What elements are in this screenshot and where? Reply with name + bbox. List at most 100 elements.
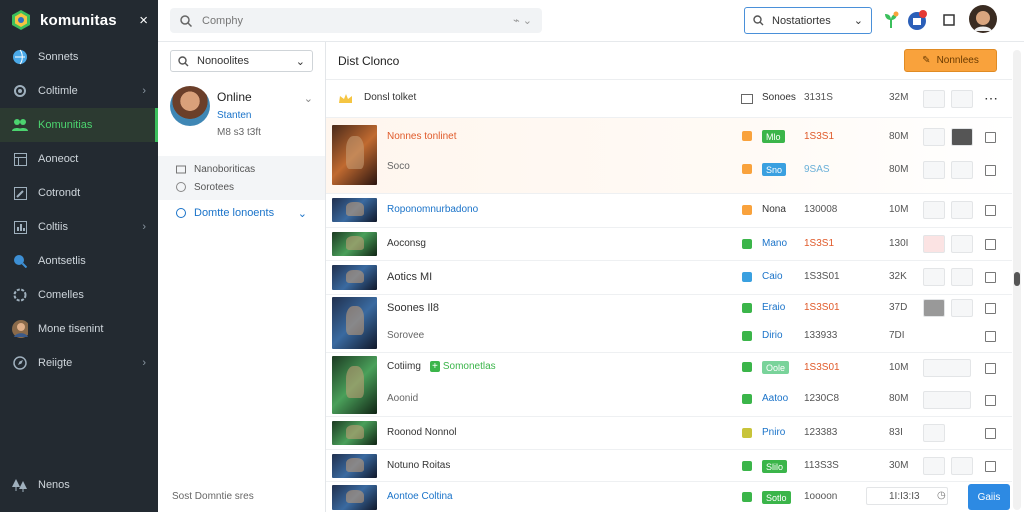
row-checkbox[interactable] [985,132,996,143]
sidebar-item-coltiis[interactable]: Coltiis › [0,210,158,244]
row-checkbox[interactable] [985,272,996,283]
scrollbar[interactable] [1013,50,1021,510]
row-size: 10M [889,204,909,215]
close-icon[interactable]: × [139,12,148,29]
preview-thumb[interactable] [923,424,945,442]
brand-bar: komunitas × [0,0,158,40]
radio-icon[interactable] [176,208,186,218]
grid-icon [12,151,28,167]
table-row[interactable]: Nonnes tonlinet Soco Mlo 1S3S1 80M Sno 9… [326,118,1012,194]
sidebar-item-coltimle[interactable]: Coltimle › [0,74,158,108]
sidebar-item-mone-tisenint[interactable]: Mone tisenint [0,312,158,346]
preview-thumb[interactable] [923,90,945,108]
list-header-row[interactable]: Donsl tolket Sonoes 3131S 32M ⋯ [326,80,1012,118]
table-row[interactable]: Notuno Roitas Slilo 113S3S 30M [326,450,1012,482]
row-checkbox[interactable] [985,165,996,176]
table-row[interactable]: Aontoe Coltina Sotlo 1oooon 1I:I3:I3 ◷ [326,482,1012,512]
panel-search-select[interactable]: Nonoolites ⌄ [170,50,313,72]
globe-icon [12,49,28,65]
checkbox-icon[interactable] [742,164,752,174]
preview-thumb[interactable] [923,161,945,179]
primary-action-button[interactable]: ✎ Nonnlees [904,49,997,72]
option-sorotees[interactable]: Sorotees [158,178,325,196]
sidebar-item-cotrondt[interactable]: Cotrondt [0,176,158,210]
checkbox-icon[interactable] [742,239,752,249]
preview-thumb[interactable] [951,201,973,219]
row-checkbox[interactable] [985,395,996,406]
checkbox-icon[interactable] [742,492,752,502]
checkbox-icon[interactable] [742,428,752,438]
app-badge-icon[interactable] [906,9,928,31]
search-bar[interactable]: Comphy ⌁ ⌄ [170,8,542,33]
checkbox-icon[interactable] [742,362,752,372]
people-icon [12,117,28,133]
preview-thumb[interactable] [951,90,973,108]
sidebar-item-nenos[interactable]: Nenos [0,468,158,502]
search-tools-icon[interactable]: ⌁ ⌄ [513,14,532,27]
sub-options: Nanoboriticas Sorotees [158,156,325,200]
page-title: Dist Clonco [338,53,400,68]
preview-thumb[interactable] [951,268,973,286]
row-checkbox[interactable] [985,363,996,374]
crown-icon [339,94,352,103]
profile-status: Stanten [217,110,252,121]
row-checkbox[interactable] [985,461,996,472]
row-size: 80M [889,131,909,142]
filter-dropdown[interactable]: Nostatiortes ⌄ [744,7,872,34]
user-avatar[interactable] [968,4,998,34]
checkbox-icon[interactable] [742,205,752,215]
profile-card[interactable]: Online Stanten M8 s3 t3ft ⌄ [158,80,325,144]
checkbox-icon[interactable] [742,303,752,313]
checkbox-icon[interactable] [742,331,752,341]
sidebar-item-label: Mone tisenint [38,323,104,335]
preview-thumb[interactable] [923,391,971,409]
sidebar-item-aoneoct[interactable]: Aoneoct [0,142,158,176]
option-nanoboriticas[interactable]: Nanoboriticas [158,160,325,178]
plant-notification-icon[interactable] [880,9,902,31]
table-row[interactable]: Roponomnurbadono Nona 130008 10M [326,194,1012,228]
table-row[interactable]: Aotics MI Caio 1S3S01 32K [326,261,1012,295]
row-checkbox[interactable] [985,331,996,342]
row-size: 37D [889,302,908,313]
preview-thumb[interactable] [923,457,945,475]
sidebar-item-comelles[interactable]: Comelles [0,278,158,312]
window-square-icon[interactable] [938,9,960,31]
checkbox-icon[interactable] [742,131,752,141]
chevron-down-icon[interactable]: ⌄ [304,92,313,105]
preview-thumb[interactable] [951,299,973,317]
sidebar-item-label: Reiigte [38,357,73,369]
table-row[interactable]: Soones Il8 Sorovee Eraio 1S3S01 37D Diri… [326,295,1012,353]
more-options-icon[interactable]: ⋯ [984,90,998,107]
preview-thumb[interactable] [923,299,945,317]
folder-icon [741,94,753,104]
table-row[interactable]: Aoconsg Mano 1S3S1 130I [326,228,1012,261]
preview-thumb[interactable] [923,128,945,146]
preview-thumb[interactable] [951,235,973,253]
sidebar-item-komunitias[interactable]: Komunitias [0,108,158,142]
preview-thumb[interactable] [923,201,945,219]
scrollbar-thumb[interactable] [1014,272,1020,286]
row-checkbox[interactable] [985,205,996,216]
row-checkbox[interactable] [985,239,996,250]
sidebar-item-aontsetlis[interactable]: Aontsetlis [0,244,158,278]
preview-thumb[interactable] [923,235,945,253]
sidebar-item-sonnets[interactable]: Sonnets [0,40,158,74]
add-button[interactable]: Gaiis [968,484,1010,510]
preview-thumb[interactable] [923,359,971,377]
row-checkbox[interactable] [985,428,996,439]
sidebar-item-reiigte[interactable]: Reiigte › [0,346,158,380]
preview-thumb[interactable] [951,457,973,475]
preview-thumb[interactable] [923,268,945,286]
checkbox-icon[interactable] [742,272,752,282]
row-checkbox[interactable] [985,303,996,314]
preview-thumb[interactable] [951,128,973,146]
clock-icon[interactable]: ◷ [937,490,946,501]
table-row[interactable]: Cotiimg + Somonetlas Aoonid Oole 1S3S01 … [326,353,1012,417]
radio-icon[interactable] [176,182,186,192]
table-row[interactable]: Roonod Nonnol Pniro 123383 83I [326,417,1012,450]
checkbox-icon[interactable] [742,394,752,404]
preview-thumb[interactable] [951,161,973,179]
checkbox-icon[interactable] [742,461,752,471]
option-domtte-lonoents[interactable]: Domtte lonoents ⌄ [158,200,325,226]
search-input[interactable]: Comphy [202,15,503,27]
